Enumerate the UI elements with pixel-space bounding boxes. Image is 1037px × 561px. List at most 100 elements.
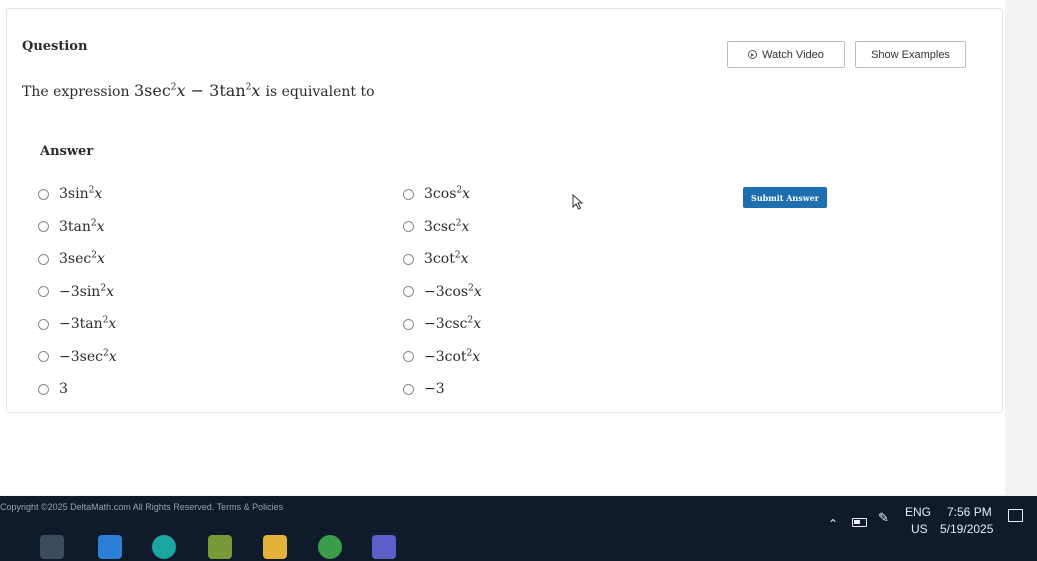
option-function: csc <box>432 218 456 235</box>
pen-icon[interactable]: ✎ <box>878 510 889 526</box>
prompt-expression: 3sec2x − 3tan2x <box>134 81 266 100</box>
page: Question Watch Video Show Examples The e… <box>0 0 1005 495</box>
answer-option[interactable]: −3tan2x <box>38 316 116 332</box>
question-title: Question <box>22 39 88 54</box>
option-math: −3cot2x <box>424 348 481 365</box>
radio-button[interactable] <box>403 253 414 265</box>
option-variable: x <box>460 251 469 267</box>
option-coefficient: 3 <box>59 186 68 202</box>
option-math: 3csc2x <box>424 218 470 235</box>
option-variable: x <box>108 348 117 365</box>
option-math: −3 <box>424 381 445 397</box>
option-function: tan <box>67 218 91 235</box>
option-math: −3cos2x <box>424 283 482 300</box>
region-code[interactable]: US <box>911 522 928 536</box>
option-variable: x <box>461 218 470 235</box>
question-card <box>6 8 1003 413</box>
answer-option[interactable]: 3tan2x <box>38 218 105 235</box>
radio-button[interactable] <box>403 286 414 297</box>
option-function: sin <box>79 283 101 300</box>
option-coefficient: 3 <box>424 218 433 235</box>
radio-button[interactable] <box>403 383 414 395</box>
copyright-text: Copyright ©2025 DeltaMath.com All Rights… <box>0 502 215 512</box>
watch-video-button[interactable]: Watch Video <box>727 41 845 68</box>
option-function: cos <box>444 283 469 300</box>
file-explorer-icon[interactable] <box>263 535 287 559</box>
option-function: csc <box>444 316 468 332</box>
option-function: sec <box>79 348 103 365</box>
radio-button[interactable] <box>403 351 414 362</box>
battery-icon[interactable] <box>852 518 867 527</box>
radio-button[interactable] <box>403 318 414 330</box>
watch-video-label: Watch Video <box>762 48 824 61</box>
option-variable: x <box>472 348 481 365</box>
chevron-up-icon[interactable]: ⌃ <box>828 517 838 531</box>
game-app-icon[interactable] <box>208 535 232 559</box>
option-math: −3csc2x <box>424 316 481 332</box>
radio-button[interactable] <box>38 286 49 297</box>
submit-answer-button[interactable]: Submit Answer <box>743 187 827 208</box>
radio-button[interactable] <box>38 318 49 330</box>
clock-date[interactable]: 5/19/2025 <box>940 522 993 536</box>
radio-button[interactable] <box>38 221 49 232</box>
radio-button[interactable] <box>403 221 414 232</box>
terms-link[interactable]: Terms & Policies <box>217 502 284 512</box>
option-coefficient: −3 <box>424 316 445 332</box>
radio-button[interactable] <box>38 383 49 395</box>
language-code[interactable]: ENG <box>905 505 931 519</box>
option-function: cos <box>432 186 457 202</box>
expr-fn-1: sec <box>144 81 171 100</box>
answer-option[interactable]: 3sin2x <box>38 186 102 202</box>
show-examples-label: Show Examples <box>871 48 950 61</box>
notifications-icon[interactable] <box>1008 509 1023 522</box>
expr-var-2: x <box>251 81 261 100</box>
prompt-suffix: is equivalent to <box>265 84 375 100</box>
answer-option[interactable]: 3cos2x <box>403 186 470 202</box>
expr-op: − <box>190 81 205 100</box>
clock-time[interactable]: 7:56 PM <box>947 505 992 519</box>
option-variable: x <box>106 283 114 300</box>
mail-app-icon[interactable] <box>98 535 122 559</box>
start-app-icon[interactable] <box>40 535 64 559</box>
option-function: cot <box>444 348 467 365</box>
radio-button[interactable] <box>403 188 414 200</box>
answer-option[interactable]: −3sin2x <box>38 283 114 300</box>
option-coefficient: −3 <box>424 348 445 365</box>
option-variable: x <box>473 316 482 332</box>
answer-option[interactable]: −3 <box>403 381 445 397</box>
option-function: sec <box>67 251 92 267</box>
answer-label: Answer <box>40 144 94 159</box>
option-function: cot <box>432 251 455 267</box>
answer-option[interactable]: −3sec2x <box>38 348 117 365</box>
option-coefficient: −3 <box>59 283 80 300</box>
answer-option[interactable]: 3sec2x <box>38 251 105 267</box>
option-coefficient: −3 <box>424 381 445 397</box>
option-variable: x <box>96 218 105 235</box>
option-math: 3 <box>59 381 68 397</box>
option-variable: x <box>462 186 471 202</box>
option-math: 3cos2x <box>424 186 470 202</box>
show-examples-button[interactable]: Show Examples <box>855 41 966 68</box>
answer-option[interactable]: −3csc2x <box>403 316 481 332</box>
answer-option[interactable]: −3cot2x <box>403 348 481 365</box>
radio-button[interactable] <box>38 351 49 362</box>
teams-app-icon[interactable] <box>372 535 396 559</box>
option-math: 3sin2x <box>59 186 102 202</box>
option-math: −3sec2x <box>59 348 117 365</box>
expr-var-1: x <box>176 81 186 100</box>
answer-option[interactable]: −3cos2x <box>403 283 482 300</box>
answer-option[interactable]: 3cot2x <box>403 251 468 267</box>
edge-browser-icon[interactable] <box>152 535 176 559</box>
question-prompt: The expression 3sec2x − 3tan2x is equiva… <box>22 81 375 100</box>
answer-option[interactable]: 3csc2x <box>403 218 470 235</box>
radio-button[interactable] <box>38 188 49 200</box>
option-coefficient: 3 <box>424 186 433 202</box>
chrome-browser-icon[interactable] <box>318 535 342 559</box>
option-function: tan <box>79 316 103 332</box>
option-coefficient: 3 <box>59 251 68 267</box>
radio-button[interactable] <box>38 253 49 265</box>
option-variable: x <box>108 316 117 332</box>
answer-option[interactable]: 3 <box>38 381 68 397</box>
option-function: sin <box>67 186 89 202</box>
option-math: −3sin2x <box>59 283 114 300</box>
